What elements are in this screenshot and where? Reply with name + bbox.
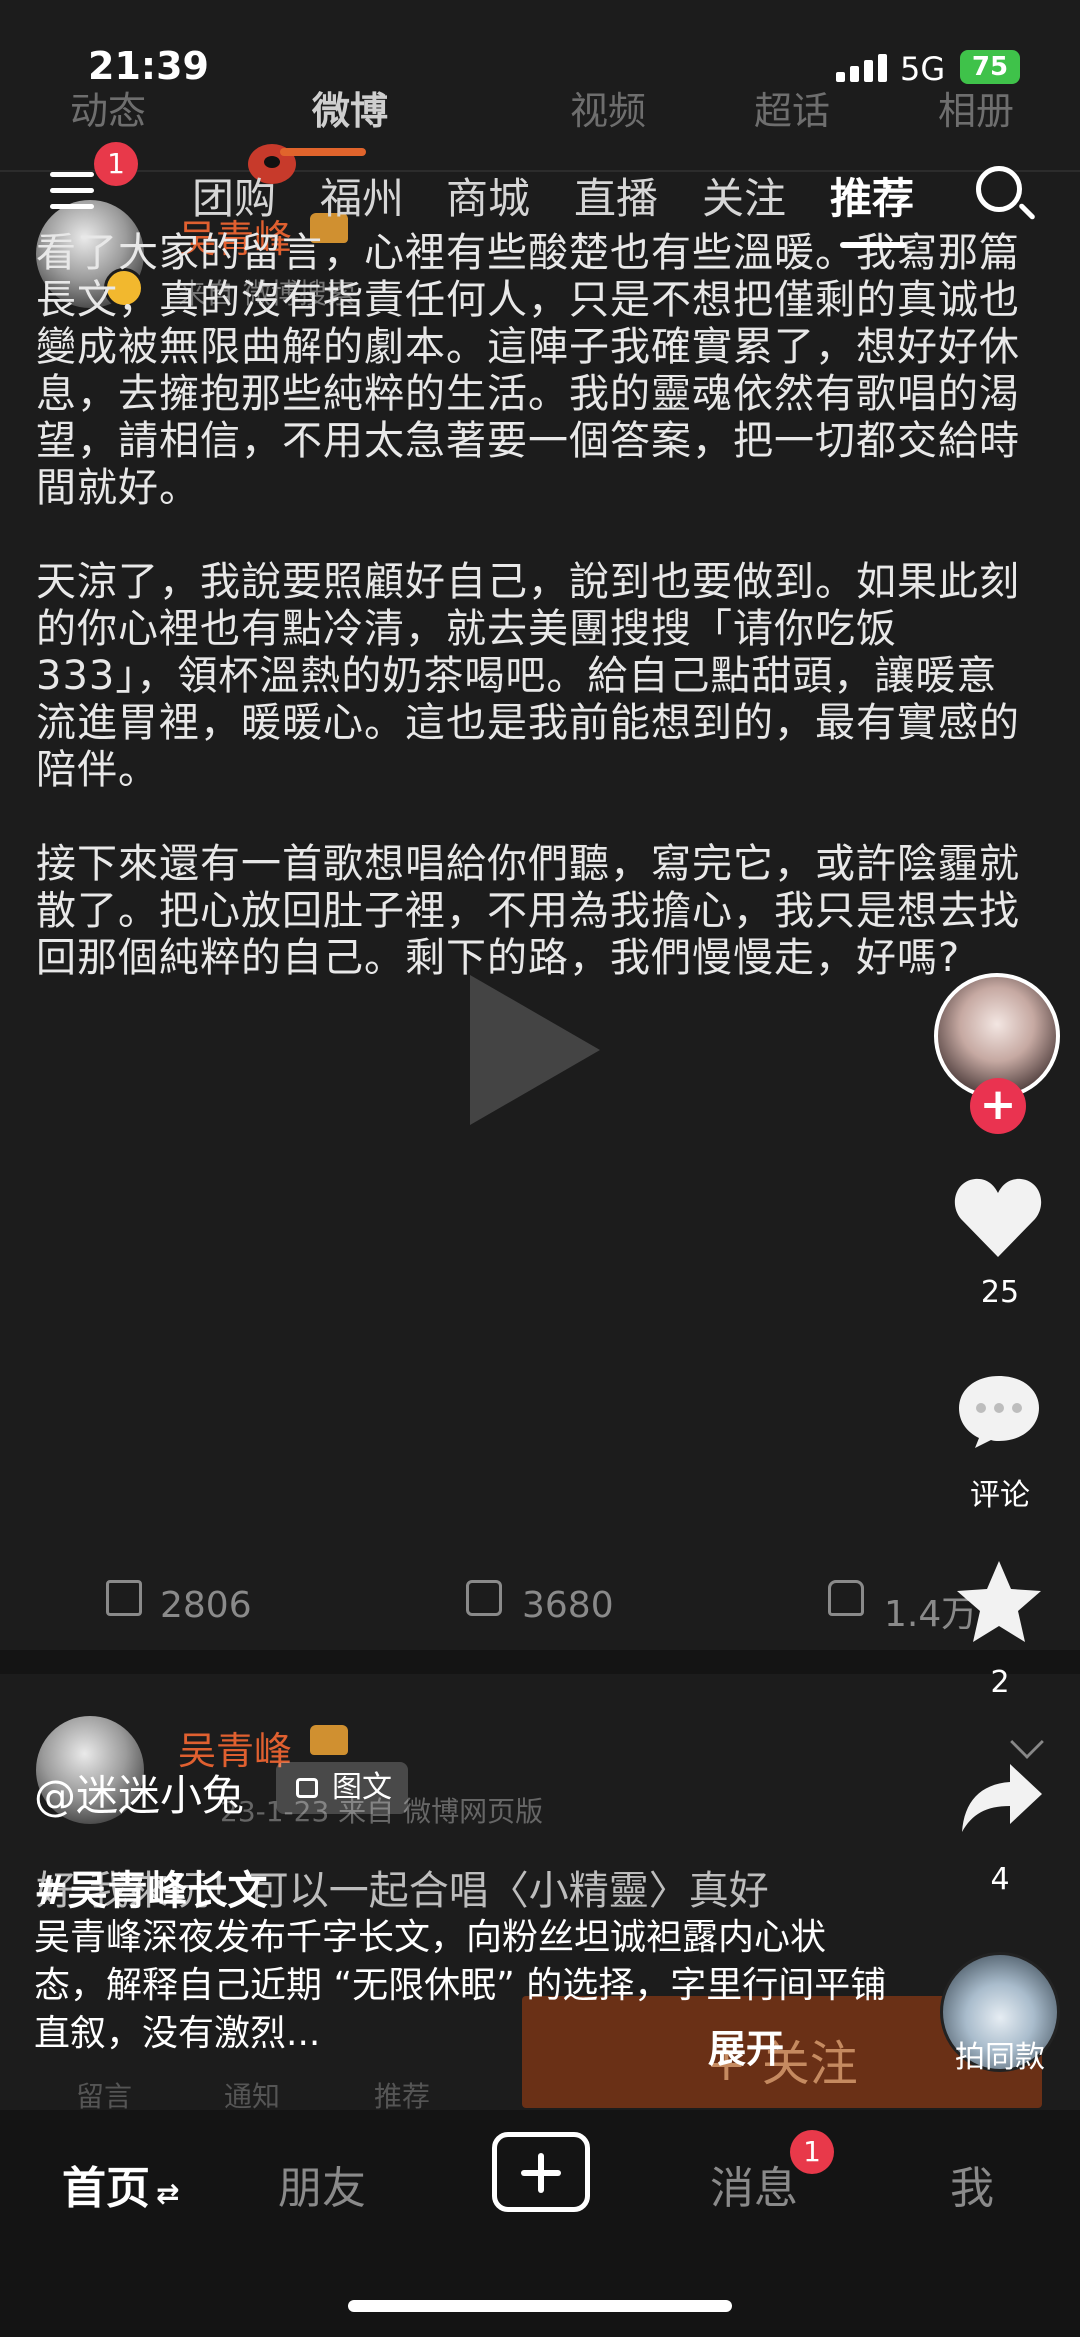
tab-groupbuy[interactable]: 团购 bbox=[192, 165, 276, 226]
heart-icon[interactable] bbox=[953, 1175, 1043, 1260]
comment-icon[interactable] bbox=[955, 1372, 1043, 1450]
network-label: 5G bbox=[900, 50, 946, 88]
active-tab-underline bbox=[840, 242, 906, 248]
home-indicator bbox=[348, 2300, 732, 2312]
search-icon[interactable] bbox=[976, 166, 1022, 212]
battery-icon: 75 bbox=[960, 50, 1020, 84]
signal-icon bbox=[836, 52, 888, 82]
weibo-tab-notify: 通知 bbox=[224, 2080, 281, 2113]
weibo-tab-supertopic: 超话 bbox=[754, 89, 831, 133]
post-body: 看了大家的留言，心裡有些酸楚也有些溫暖。我寫那篇長文，真的沒有指責任何人，只是不… bbox=[36, 230, 1026, 1029]
tab-fuzhou[interactable]: 福州 bbox=[320, 165, 404, 226]
favorite-count: 2 bbox=[990, 1665, 1010, 1700]
nav-messages[interactable]: 消息 bbox=[710, 2152, 798, 2216]
menu-badge: 1 bbox=[94, 142, 138, 186]
creator-name[interactable]: @迷迷小兔 bbox=[34, 1762, 244, 1823]
post-separator bbox=[0, 1650, 1080, 1674]
post-paragraph: 看了大家的留言，心裡有些酸楚也有些溫暖。我寫那篇長文，真的沒有指責任何人，只是不… bbox=[36, 230, 1020, 511]
expand-button[interactable]: 展开 bbox=[708, 2018, 784, 2073]
repost-icon bbox=[106, 1580, 142, 1616]
like-count-rail: 25 bbox=[980, 1275, 1020, 1310]
weibo-tab-weibo: 微博 bbox=[312, 89, 389, 133]
hashtag[interactable]: #吴青峰长文 bbox=[34, 1858, 268, 1916]
star-icon[interactable] bbox=[954, 1558, 1044, 1646]
nav-home[interactable]: 首页 ⇄ bbox=[62, 2152, 179, 2216]
refresh-switch-icon: ⇄ bbox=[156, 2177, 180, 2210]
post-paragraph: 天涼了，我說要照顧好自己，說到也要做到。如果此刻的你心裡也有點冷清，就去美團搜搜… bbox=[36, 559, 1020, 793]
post-type-tag: 图文 bbox=[276, 1762, 408, 1814]
weibo-tab-comments: 留言 bbox=[76, 2080, 133, 2113]
repost-count: 2806 bbox=[160, 1585, 252, 1626]
like-thumb-icon bbox=[828, 1580, 864, 1616]
tab-mall[interactable]: 商城 bbox=[446, 165, 530, 226]
comment-label: 评论 bbox=[970, 1478, 1030, 1513]
weibo-tab-dynamic: 动态 bbox=[70, 89, 147, 133]
share-icon[interactable] bbox=[958, 1762, 1044, 1836]
nav-home-label: 首页 bbox=[62, 2163, 150, 2214]
status-time: 21:39 bbox=[88, 44, 209, 88]
tab-recommend[interactable]: 推荐 bbox=[830, 165, 914, 226]
comment-count-icon bbox=[466, 1580, 502, 1616]
comment-count: 3680 bbox=[522, 1585, 614, 1626]
weibo-tab-album: 相册 bbox=[938, 89, 1015, 133]
weibo-tab-underline bbox=[280, 148, 366, 156]
share-count: 4 bbox=[990, 1862, 1010, 1897]
nav-me[interactable]: 我 bbox=[950, 2152, 994, 2216]
play-icon[interactable] bbox=[470, 975, 600, 1125]
menu-icon[interactable] bbox=[50, 172, 94, 212]
tab-following[interactable]: 关注 bbox=[702, 165, 786, 226]
create-plus-icon[interactable] bbox=[492, 2132, 590, 2212]
weibo-tab-recommend: 推荐 bbox=[374, 2080, 431, 2113]
tab-live[interactable]: 直播 bbox=[574, 165, 658, 226]
messages-badge: 1 bbox=[790, 2130, 834, 2174]
nav-friends[interactable]: 朋友 bbox=[278, 2152, 366, 2216]
crown-icon bbox=[310, 1725, 348, 1755]
post-paragraph: 接下來還有一首歌想唱給你們聽，寫完它，或許陰霾就散了。把心放回肚子裡，不用為我擔… bbox=[36, 841, 1020, 981]
weibo-tab-video: 视频 bbox=[570, 89, 647, 133]
follow-plus-button[interactable]: + bbox=[970, 1078, 1026, 1134]
same-style-label[interactable]: 拍同款 bbox=[930, 2032, 1070, 2076]
